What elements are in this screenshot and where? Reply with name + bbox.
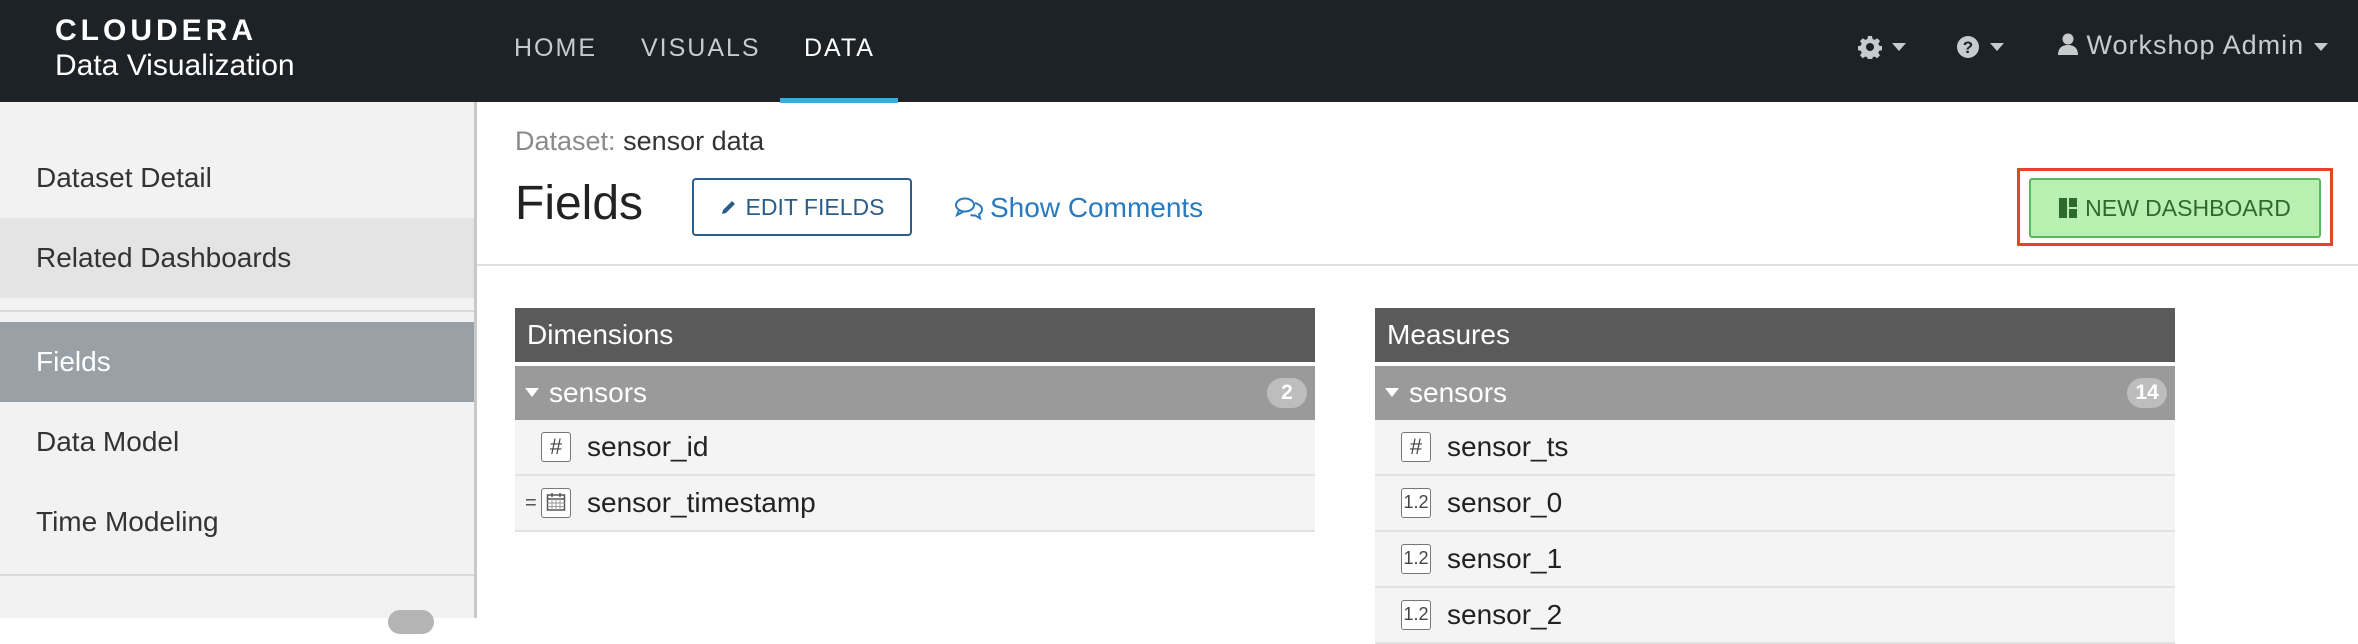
gear-icon <box>1857 35 1883 61</box>
header-divider <box>477 264 2358 266</box>
pencil-icon <box>721 201 735 214</box>
sidebar-divider <box>0 574 474 576</box>
edit-fields-label: EDIT FIELDS <box>745 193 885 220</box>
sidebar-item-time-modeling[interactable]: Time Modeling <box>0 482 474 562</box>
user-icon <box>2058 33 2078 55</box>
field-name: sensor_0 <box>1447 487 1563 518</box>
top-navbar: CLOUDERA Data Visualization HOME VISUALS… <box>0 0 2358 103</box>
dimensions-group-name: sensors <box>549 377 648 408</box>
comments-icon <box>955 197 984 220</box>
field-row[interactable]: 1.2 sensor_2 <box>1375 588 2175 644</box>
dimensions-panel: Dimensions sensors 2 # sensor_id = senso… <box>515 308 1315 532</box>
sidebar-divider <box>0 310 474 312</box>
field-name: sensor_id <box>587 431 709 462</box>
dashboard-icon <box>2059 198 2078 218</box>
nav-data[interactable]: DATA <box>804 34 875 63</box>
user-name: Workshop Admin <box>2086 30 2305 60</box>
breadcrumb-label: Dataset: <box>515 126 616 156</box>
decimal-type-icon: 1.2 <box>1401 544 1431 574</box>
question-circle-icon: ? <box>1957 35 1979 58</box>
sidebar-item-fields[interactable]: Fields <box>0 322 474 402</box>
dimensions-header: Dimensions <box>515 308 1315 362</box>
field-name: sensor_timestamp <box>587 487 816 518</box>
settings-menu[interactable] <box>1857 30 1906 61</box>
svg-text:?: ? <box>1963 38 1973 57</box>
new-dashboard-button[interactable]: NEW DASHBOARD <box>2029 178 2321 238</box>
sidebar: Dataset Detail Related Dashboards Fields… <box>0 102 477 634</box>
brand-name: CLOUDERA <box>55 14 257 47</box>
page-title: Fields <box>515 177 644 230</box>
sidebar-badge <box>388 610 434 634</box>
equals-icon: = <box>525 492 537 514</box>
number-type-icon: # <box>1401 432 1431 462</box>
measures-header: Measures <box>1375 308 2175 362</box>
breadcrumb-dataset-name: sensor data <box>623 126 765 156</box>
caret-down-icon <box>1385 388 1399 398</box>
field-row[interactable]: 1.2 sensor_1 <box>1375 532 2175 588</box>
sidebar-item-data-model[interactable]: Data Model <box>0 402 474 482</box>
field-row[interactable]: 1.2 sensor_0 <box>1375 476 2175 532</box>
show-comments-label: Show Comments <box>990 192 1204 223</box>
sidebar-item-related-dashboards[interactable]: Related Dashboards <box>0 218 474 298</box>
measures-count-badge: 14 <box>2127 378 2167 408</box>
caret-down-icon <box>525 388 539 398</box>
edit-fields-button[interactable]: EDIT FIELDS <box>692 178 912 236</box>
brand-product: Data Visualization <box>55 49 295 82</box>
field-row[interactable]: # sensor_ts <box>1375 420 2175 476</box>
field-name: sensor_ts <box>1447 431 1569 462</box>
help-menu[interactable]: ? <box>1956 30 2004 61</box>
new-dashboard-label: NEW DASHBOARD <box>2085 194 2291 221</box>
measures-panel: Measures sensors 14 # sensor_ts 1.2 sens… <box>1375 308 2175 644</box>
nav-active-indicator <box>780 98 898 103</box>
dimensions-group-row[interactable]: sensors 2 <box>515 366 1315 420</box>
field-name: sensor_1 <box>1447 543 1563 574</box>
user-menu[interactable]: Workshop Admin <box>2058 30 2329 61</box>
nav-visuals[interactable]: VISUALS <box>641 34 761 63</box>
nav-home[interactable]: HOME <box>514 34 597 63</box>
field-row[interactable]: = sensor_timestamp <box>515 476 1315 532</box>
sidebar-item-dataset-detail[interactable]: Dataset Detail <box>0 138 474 218</box>
brand-logo[interactable]: CLOUDERA Data Visualization <box>55 14 295 84</box>
field-name: sensor_2 <box>1447 599 1563 630</box>
decimal-type-icon: 1.2 <box>1401 488 1431 518</box>
show-comments-link[interactable]: Show Comments <box>954 192 1203 224</box>
measures-group-row[interactable]: sensors 14 <box>1375 366 2175 420</box>
dimensions-count-badge: 2 <box>1267 378 1307 408</box>
field-row[interactable]: # sensor_id <box>515 420 1315 476</box>
number-type-icon: # <box>541 432 571 462</box>
decimal-type-icon: 1.2 <box>1401 600 1431 630</box>
calendar-type-icon <box>541 488 571 518</box>
breadcrumb: Dataset: sensor data <box>515 126 764 157</box>
measures-group-name: sensors <box>1409 377 1508 408</box>
